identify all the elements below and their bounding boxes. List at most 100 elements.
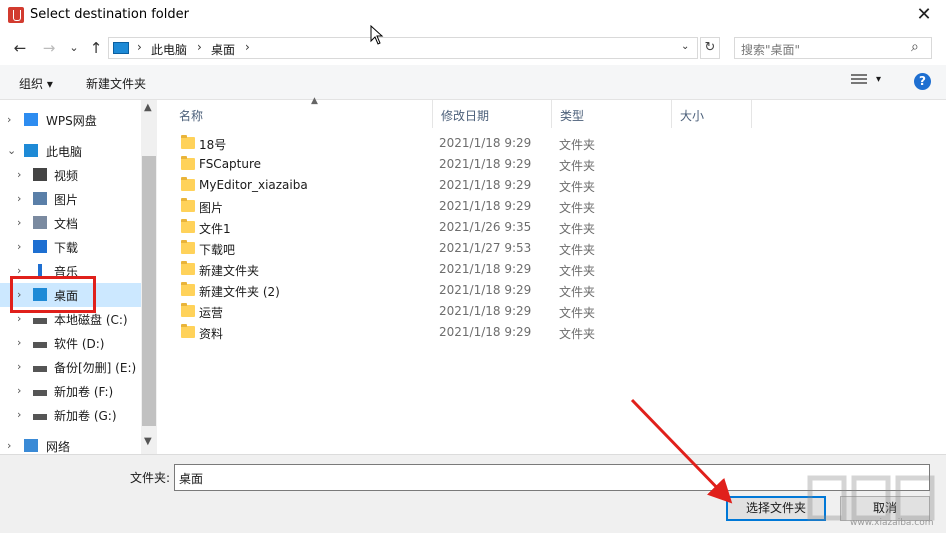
list-item[interactable]: 下载吧 2021/1/27 9:53 文件夹: [177, 238, 737, 259]
file-date: 2021/1/18 9:29: [439, 262, 532, 276]
chevron-right-icon[interactable]: ›: [17, 240, 21, 253]
scrollbar-thumb[interactable]: [142, 156, 156, 426]
drive-icon: [33, 342, 47, 348]
chevron-right-icon[interactable]: ›: [17, 168, 21, 181]
folder-icon: [181, 261, 195, 275]
list-item[interactable]: 资料 2021/1/18 9:29 文件夹: [177, 322, 737, 343]
tree-item-label: 备份[勿删] (E:): [54, 361, 137, 375]
list-item[interactable]: 新建文件夹 (2) 2021/1/18 9:29 文件夹: [177, 280, 737, 301]
file-name: 文件1: [199, 222, 231, 236]
chevron-right-icon[interactable]: ›: [17, 360, 21, 373]
chevron-right-icon[interactable]: ›: [17, 408, 21, 421]
chevron-right-icon[interactable]: ›: [17, 336, 21, 349]
search-icon[interactable]: ⌕: [911, 39, 919, 55]
folder-icon: [181, 198, 195, 212]
folder-label: 文件夹:: [130, 471, 171, 485]
list-item[interactable]: FSCapture 2021/1/18 9:29 文件夹: [177, 154, 737, 175]
drive-icon: [33, 414, 47, 420]
folder-icon: [181, 219, 195, 233]
tree-item-label: 文档: [54, 217, 79, 231]
tree-item[interactable]: › 新加卷 (G:): [0, 403, 141, 427]
tree-item[interactable]: › 视频: [0, 163, 141, 187]
list-item[interactable]: 图片 2021/1/18 9:29 文件夹: [177, 196, 737, 217]
tree-item[interactable]: › 下载: [0, 235, 141, 259]
column-header-name[interactable]: 名称 ▲: [171, 96, 433, 128]
breadcrumb-separator[interactable]: ›: [245, 40, 250, 54]
file-type: 文件夹: [559, 222, 596, 236]
chevron-right-icon[interactable]: ›: [17, 216, 21, 229]
chevron-right-icon[interactable]: ›: [7, 439, 11, 452]
tree-item-label: 本地磁盘 (C:): [54, 313, 128, 327]
list-item[interactable]: 文件1 2021/1/26 9:35 文件夹: [177, 217, 737, 238]
window-title: Select destination folder: [30, 7, 189, 22]
computer-icon: [24, 144, 38, 157]
tree-item[interactable]: › 新加卷 (F:): [0, 379, 141, 403]
tree-item[interactable]: › 网络: [0, 434, 141, 454]
view-options-icon[interactable]: [851, 74, 867, 88]
folder-icon: [181, 135, 195, 149]
sort-ascending-icon: ▲: [311, 96, 318, 106]
drive-icon: [33, 390, 47, 396]
tree-item-label: 新加卷 (G:): [54, 409, 117, 423]
chevron-down-icon[interactable]: ⌄: [7, 144, 16, 157]
tree-item[interactable]: › 软件 (D:): [0, 331, 141, 355]
chevron-right-icon[interactable]: ›: [17, 192, 21, 205]
breadcrumb-this-pc[interactable]: 此电脑: [151, 41, 187, 58]
folder-name-value: 桌面: [179, 472, 204, 486]
file-date: 2021/1/18 9:29: [439, 325, 532, 339]
back-button[interactable]: ←: [9, 37, 31, 59]
forward-button[interactable]: →: [38, 37, 60, 59]
column-header-type[interactable]: 类型: [552, 100, 672, 128]
chevron-down-icon[interactable]: ⌄: [681, 41, 689, 52]
address-bar[interactable]: › 此电脑 › 桌面 › ⌄: [108, 37, 698, 59]
breadcrumb-separator[interactable]: ›: [197, 40, 202, 54]
list-item[interactable]: MyEditor_xiazaiba 2021/1/18 9:29 文件夹: [177, 175, 737, 196]
tree-item-label: 新加卷 (F:): [54, 385, 114, 399]
column-header-date[interactable]: 修改日期: [433, 100, 552, 128]
new-folder-button[interactable]: 新建文件夹: [86, 75, 146, 92]
list-item[interactable]: 新建文件夹 2021/1/18 9:29 文件夹: [177, 259, 737, 280]
chevron-right-icon[interactable]: ›: [17, 384, 21, 397]
breadcrumb-desktop[interactable]: 桌面: [211, 41, 235, 58]
refresh-button[interactable]: ↻: [700, 37, 720, 59]
scroll-down-icon[interactable]: ▼: [144, 436, 152, 447]
search-placeholder: 搜索"桌面": [741, 43, 801, 57]
tree-item-label: 软件 (D:): [54, 337, 105, 351]
scroll-up-icon[interactable]: ▲: [144, 102, 152, 113]
help-icon[interactable]: ?: [914, 73, 931, 90]
file-type: 文件夹: [559, 243, 596, 257]
chevron-right-icon[interactable]: ›: [17, 312, 21, 325]
navigation-pane-scrollbar[interactable]: ▲ ▼: [141, 100, 157, 454]
file-type: 文件夹: [559, 264, 596, 278]
file-date: 2021/1/18 9:29: [439, 178, 532, 192]
list-item[interactable]: 18号 2021/1/18 9:29 文件夹: [177, 133, 737, 154]
file-type: 文件夹: [559, 159, 596, 173]
tree-item[interactable]: › 图片: [0, 187, 141, 211]
tree-item[interactable]: ⌄ 此电脑: [0, 139, 141, 163]
tree-item[interactable]: › 文档: [0, 211, 141, 235]
breadcrumb-separator[interactable]: ›: [137, 40, 142, 54]
file-type: 文件夹: [559, 285, 596, 299]
close-button[interactable]: ✕: [912, 3, 936, 27]
tree-item-label: 网络: [46, 440, 71, 454]
file-name: 新建文件夹 (2): [199, 285, 280, 299]
list-item[interactable]: 运营 2021/1/18 9:29 文件夹: [177, 301, 737, 322]
file-date: 2021/1/27 9:53: [439, 241, 532, 255]
tree-item[interactable]: › WPS网盘: [0, 108, 141, 132]
file-date: 2021/1/18 9:29: [439, 136, 532, 150]
up-button[interactable]: ↑: [85, 37, 107, 59]
tree-item[interactable]: › 备份[勿删] (E:): [0, 355, 141, 379]
column-header-size[interactable]: 大小: [672, 100, 752, 128]
file-name: 18号: [199, 138, 227, 152]
cloud-icon: [24, 113, 38, 126]
documents-icon: [33, 216, 47, 229]
download-icon: [33, 240, 47, 253]
network-icon: [24, 439, 38, 452]
recent-locations-button[interactable]: ⌄: [63, 37, 85, 59]
organize-button[interactable]: 组织 ▾: [19, 75, 53, 92]
chevron-right-icon[interactable]: ›: [7, 113, 11, 126]
file-name: 资料: [199, 327, 224, 341]
search-input[interactable]: 搜索"桌面" ⌕: [734, 37, 932, 59]
view-dropdown-icon[interactable]: ▾: [876, 74, 881, 85]
file-name: FSCapture: [199, 157, 262, 171]
